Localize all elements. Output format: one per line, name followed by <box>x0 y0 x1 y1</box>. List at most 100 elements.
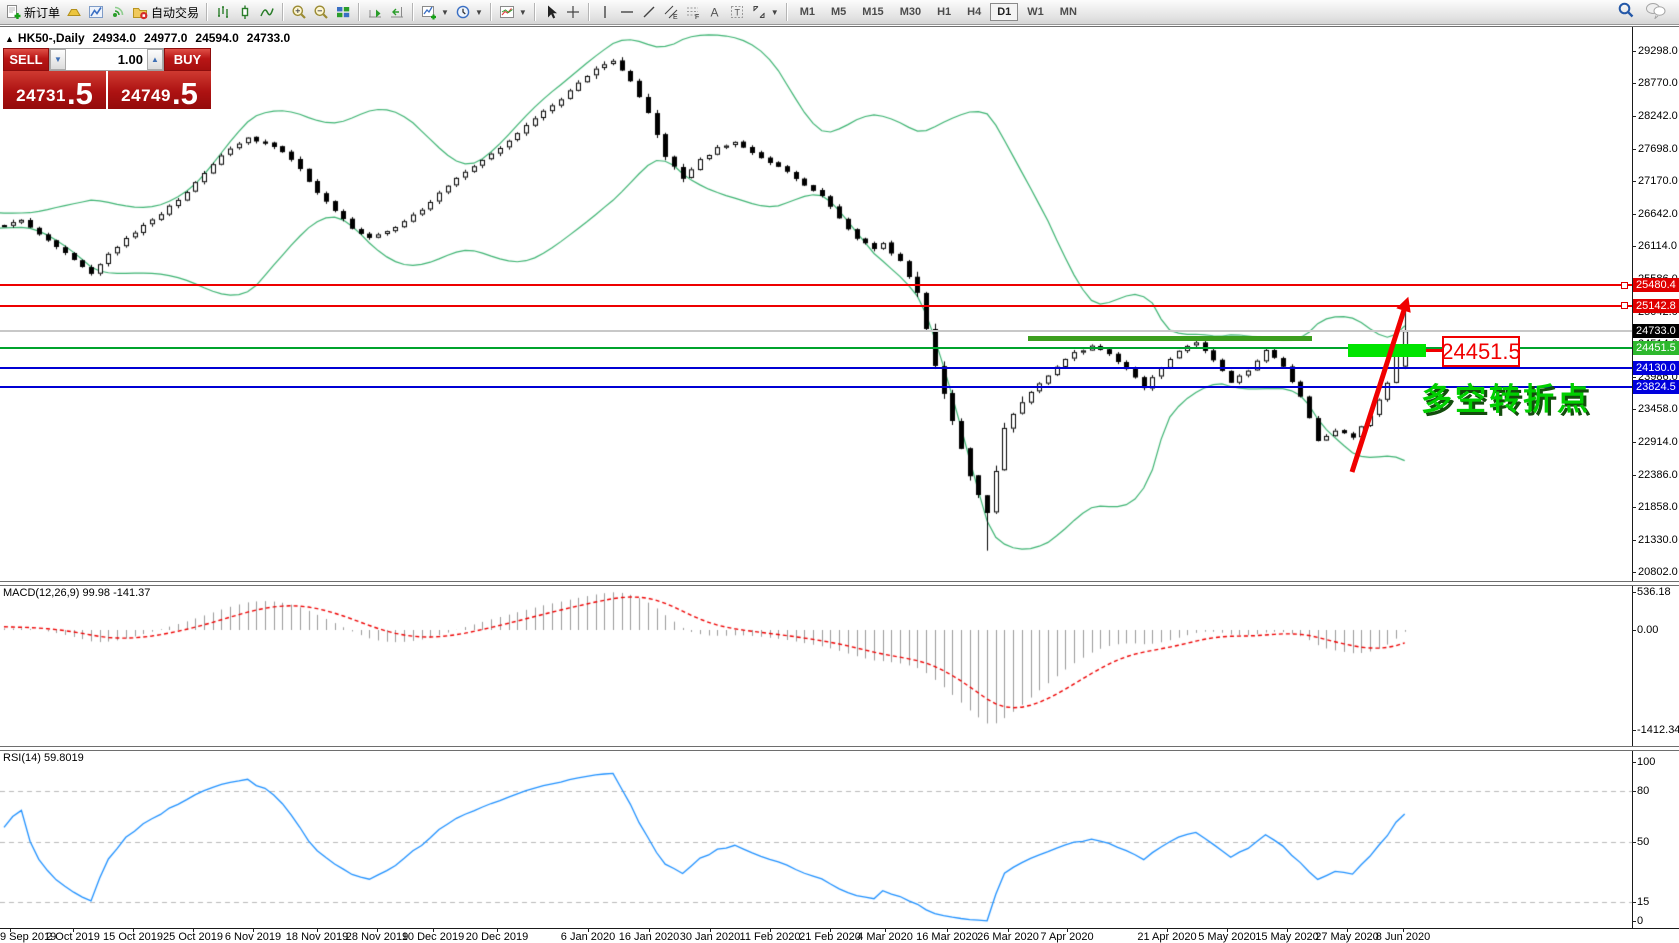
auto-scroll-icon <box>367 4 383 20</box>
candlestick-button[interactable] <box>234 2 256 23</box>
svg-text:E: E <box>673 14 678 20</box>
gold-button[interactable] <box>63 2 85 23</box>
label-tool[interactable]: T <box>726 2 748 23</box>
one-click-trading-panel: SELL ▼ 1.00 ▲ BUY 24731.5 24749.5 <box>3 48 211 109</box>
toolbar-right <box>1617 1 1677 24</box>
line-handle[interactable] <box>1621 302 1628 309</box>
price-level-badge: 24733.0 <box>1633 324 1679 338</box>
price-level-line[interactable] <box>0 284 1632 286</box>
turning-point-note[interactable]: 多空转折点 <box>1421 374 1591 419</box>
rsi-value: 59.8019 <box>44 752 84 764</box>
tile-windows-button[interactable] <box>332 2 354 23</box>
date-tick-label: 21 Apr 2020 <box>1137 931 1196 943</box>
zoom-out-button[interactable] <box>310 2 332 23</box>
trendline-tool[interactable] <box>638 2 660 23</box>
price-level-badge: 25480.4 <box>1633 278 1679 292</box>
rsi-tick-label: 80 <box>1637 785 1649 797</box>
timeframe-m5[interactable]: M5 <box>824 3 853 21</box>
rsi-tick-label: 0 <box>1637 915 1643 927</box>
price-annotation-box[interactable]: 24451.5 <box>1442 336 1520 367</box>
svg-text:F: F <box>695 14 699 20</box>
rsi-tick-label: 100 <box>1637 756 1655 768</box>
price-tick-mark <box>1632 181 1636 182</box>
zoom-in-button[interactable] <box>288 2 310 23</box>
vertical-line-icon <box>597 4 613 20</box>
date-tick-label: 26 Mar 2020 <box>977 931 1039 943</box>
date-tick-label: 15 Oct 2019 <box>103 931 163 943</box>
price-tick-label: 28770.0 <box>1638 77 1678 89</box>
timeframe-mn[interactable]: MN <box>1053 3 1084 21</box>
new-chart-button[interactable]: ▼ <box>418 2 452 23</box>
svg-text:A: A <box>710 6 718 20</box>
rsi-tick-mark <box>1632 842 1636 843</box>
ohlc-low: 24594.0 <box>195 31 238 45</box>
chart-shift-button[interactable] <box>386 2 408 23</box>
price-tick-mark <box>1632 246 1636 247</box>
chevron-down-icon: ▼ <box>441 8 449 17</box>
volume-increase-button[interactable]: ▲ <box>147 49 163 70</box>
volume-input[interactable]: 1.00 <box>66 49 147 70</box>
text-tool[interactable]: A <box>704 2 726 23</box>
rsi-label: RSI(14) 59.8019 <box>3 752 84 764</box>
cursor-tool-button[interactable] <box>540 2 562 23</box>
price-tick-mark <box>1632 540 1636 541</box>
timeframe-m15[interactable]: M15 <box>855 3 890 21</box>
search-icon[interactable] <box>1617 1 1635 24</box>
price-tick-mark <box>1632 442 1636 443</box>
resistance-segment-drawing[interactable] <box>1028 336 1312 341</box>
price-tick-label: 22914.0 <box>1638 436 1678 448</box>
date-tick-label: 18 Nov 2019 <box>286 931 348 943</box>
date-tick-label: 7 Apr 2020 <box>1040 931 1093 943</box>
price-tick-mark <box>1632 149 1636 150</box>
date-tick-label: 16 Mar 2020 <box>916 931 978 943</box>
zoom-in-icon <box>291 4 307 20</box>
market-watch-button[interactable] <box>85 2 107 23</box>
candlestick-icon <box>237 4 253 20</box>
trend-arrow-drawing[interactable] <box>1330 288 1430 488</box>
signals-button[interactable] <box>107 2 129 23</box>
new-order-label: 新订单 <box>24 4 60 21</box>
price-tick-label: 27170.0 <box>1638 175 1678 187</box>
timeframe-m30[interactable]: M30 <box>893 3 928 21</box>
channel-tool[interactable]: E <box>660 2 682 23</box>
pane-separator-macd[interactable] <box>0 581 1679 586</box>
bar-chart-button[interactable] <box>212 2 234 23</box>
macd-tick-label: 0.00 <box>1637 624 1658 636</box>
toolbar-separator <box>490 3 492 21</box>
timeframe-d1[interactable]: D1 <box>990 3 1018 21</box>
horizontal-line-tool[interactable] <box>616 2 638 23</box>
macd-tick-mark <box>1632 630 1636 631</box>
date-tick-label: 6 Nov 2019 <box>225 931 281 943</box>
timeframe-h1[interactable]: H1 <box>930 3 958 21</box>
crosshair-icon <box>565 4 581 20</box>
vertical-line-tool[interactable] <box>594 2 616 23</box>
line-chart-button[interactable] <box>256 2 278 23</box>
tile-windows-icon <box>335 4 351 20</box>
toolbar-separator <box>534 3 536 21</box>
timeframe-w1[interactable]: W1 <box>1020 3 1051 21</box>
line-handle[interactable] <box>1621 282 1628 289</box>
timeframe-h4[interactable]: H4 <box>960 3 988 21</box>
pane-separator-rsi[interactable] <box>0 746 1679 751</box>
auto-trading-button[interactable]: 自动交易 <box>129 2 202 23</box>
buy-price-display[interactable]: 24749.5 <box>108 71 211 109</box>
price-level-badge: 24451.5 <box>1633 341 1679 355</box>
auto-scroll-button[interactable] <box>364 2 386 23</box>
line-chart-icon <box>259 4 275 20</box>
buy-button[interactable]: BUY <box>164 48 211 71</box>
crosshair-tool-button[interactable] <box>562 2 584 23</box>
sell-price-display[interactable]: 24731.5 <box>3 71 106 109</box>
price-tick-label: 27698.0 <box>1638 143 1678 155</box>
new-order-button[interactable]: 新订单 <box>2 2 63 23</box>
new-order-icon <box>5 4 21 20</box>
templates-button[interactable]: ▼ <box>496 2 530 23</box>
macd-label: MACD(12,26,9) 99.98 -141.37 <box>3 587 150 599</box>
periods-button[interactable]: ▼ <box>452 2 486 23</box>
fibonacci-tool[interactable]: F <box>682 2 704 23</box>
sell-button[interactable]: SELL <box>3 48 49 71</box>
date-tick-label: 21 Feb 2020 <box>799 931 861 943</box>
arrows-tool[interactable]: ▼ <box>748 2 782 23</box>
chat-icon[interactable] <box>1645 1 1667 24</box>
timeframe-m1[interactable]: M1 <box>793 3 822 21</box>
volume-decrease-button[interactable]: ▼ <box>50 49 66 70</box>
